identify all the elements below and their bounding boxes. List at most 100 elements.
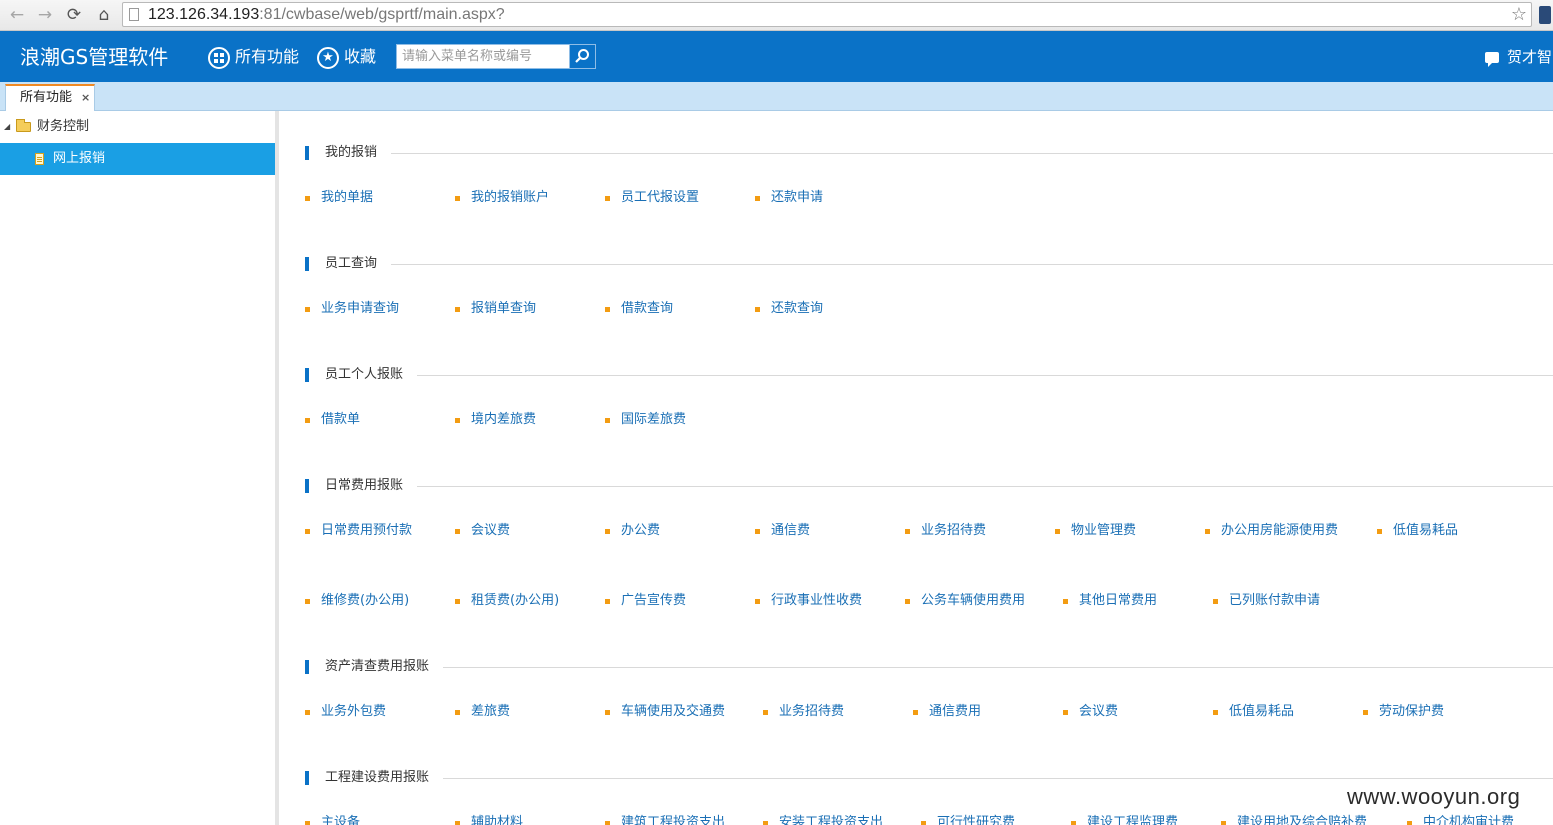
section-divider [325,667,1553,668]
function-link-label: 劳动保护费 [1379,704,1445,719]
back-arrow-icon[interactable]: ← [6,4,28,26]
function-link-label: 通信费 [771,523,811,538]
function-link-label: 国际差旅费 [621,412,687,427]
bullet-icon [755,307,760,312]
all-functions-button[interactable]: 所有功能 [208,44,299,70]
bullet-icon [605,418,610,423]
bullet-icon [755,529,760,534]
bullet-icon [605,307,610,312]
bullet-icon [905,529,910,534]
tab-all-functions[interactable]: 所有功能 × [5,84,95,111]
bullet-icon [905,599,910,604]
bullet-icon [305,599,310,604]
section-header: 我的报销 [305,145,1553,161]
section-divider [325,264,1553,265]
bullet-icon [1377,529,1382,534]
function-link-label: 其他日常费用 [1079,593,1158,608]
forward-arrow-icon[interactable]: → [34,4,56,26]
search-icon [575,49,589,63]
function-link-label: 境内差旅费 [471,412,537,427]
section-title: 我的报销 [325,145,392,161]
function-link-label: 借款查询 [621,301,674,316]
tree-node-financial-control[interactable]: ◢ 财务控制 [0,111,275,143]
bullet-icon [605,599,610,604]
bullet-icon [455,821,460,825]
favorites-button[interactable]: ★ 收藏 [317,44,376,70]
menu-search-input[interactable] [397,45,569,68]
user-menu[interactable]: 贺才智 [1485,44,1552,70]
function-link-label: 主设备 [321,815,361,825]
function-link-label: 建筑工程投资支出 [621,815,726,825]
all-functions-label: 所有功能 [235,47,300,66]
function-link-label: 安装工程投资支出 [779,815,884,825]
bullet-icon [755,599,760,604]
function-link-label: 行政事业性收费 [771,593,863,608]
reload-icon[interactable]: ⟳ [63,4,85,26]
function-panel: 我的报销 我的单据 我的报销账户 员工代报设置 还款申请 员工查询 业务申请查询 报销单查询借… [279,111,1553,825]
url-text[interactable]: 123.126.34.193:81/cwbase/web/gsprtf/main… [148,3,505,26]
tree-node-online-reimbursement[interactable]: 网上报销 [0,143,275,175]
bullet-icon [305,821,310,825]
bullet-icon [1055,529,1060,534]
section-marker [305,257,309,271]
section-marker [305,771,309,785]
search-button[interactable] [569,45,595,68]
star-icon: ★ [317,46,339,69]
bullet-icon [305,710,310,715]
function-link-label: 物业管理费 [1071,523,1137,538]
section-header: 员工个人报账 [305,367,1553,383]
browser-menu-icon[interactable] [1539,6,1551,24]
bullet-icon [605,821,610,825]
expand-triangle-icon[interactable]: ◢ [4,111,10,143]
section-header: 资产清查费用报账 [305,659,1553,675]
function-link-label: 中介机构审计费 [1423,815,1515,825]
function-link-label: 可行性研究费 [937,815,1016,825]
bookmark-star-icon[interactable]: ☆ [1511,3,1527,26]
function-link-label: 报销单查询 [471,301,537,316]
home-icon[interactable]: ⌂ [93,4,115,26]
function-link-label: 借款单 [321,412,361,427]
function-link-label: 辅助材料 [471,815,524,825]
bullet-icon [763,710,768,715]
bullet-icon [1221,821,1226,825]
bullet-icon [755,196,760,201]
section-marker [305,368,309,382]
sidebar: ◢ 财务控制 网上报销 [0,111,279,825]
watermark: www.wooyun.org [1347,784,1521,809]
tab-strip: 所有功能 × [0,82,1553,111]
tree-node-label: 网上报销 [53,151,106,166]
url-host: 123.126.34.193 [148,6,260,23]
user-name: 贺才智 [1507,48,1553,66]
bullet-icon [605,529,610,534]
bullet-icon [605,710,610,715]
section-title: 工程建设费用报账 [325,770,444,786]
close-icon[interactable]: × [81,86,90,110]
message-icon [1485,52,1499,67]
bullet-icon [605,196,610,201]
browser-toolbar: ← → ⟳ ⌂ 123.126.34.193:81/cwbase/web/gsp… [0,0,1553,31]
function-link-label: 公务车辆使用费用 [921,593,1026,608]
function-link-label: 低值易耗品 [1229,704,1295,719]
bullet-icon [763,821,768,825]
function-link-label: 业务申请查询 [321,301,400,316]
function-link-label: 我的报销账户 [471,190,550,205]
section-divider [325,153,1553,154]
section-header: 日常费用报账 [305,478,1553,494]
function-link-label: 会议费 [471,523,511,538]
document-icon [35,153,44,165]
folder-icon [16,119,31,132]
address-bar[interactable]: 123.126.34.193:81/cwbase/web/gsprtf/main… [122,2,1532,27]
tree-node-label: 财务控制 [37,119,90,134]
page-icon [129,8,139,21]
section-header: 员工查询 [305,256,1553,272]
function-link-label: 车辆使用及交通费 [621,704,726,719]
section-marker [305,479,309,493]
bullet-icon [1363,710,1368,715]
function-link-label: 业务招待费 [921,523,987,538]
section-marker [305,660,309,674]
bullet-icon [1063,710,1068,715]
bullet-icon [1213,710,1218,715]
function-link-label: 维修费(办公用) [321,593,410,608]
function-link-label: 业务外包费 [321,704,387,719]
bullet-icon [455,599,460,604]
